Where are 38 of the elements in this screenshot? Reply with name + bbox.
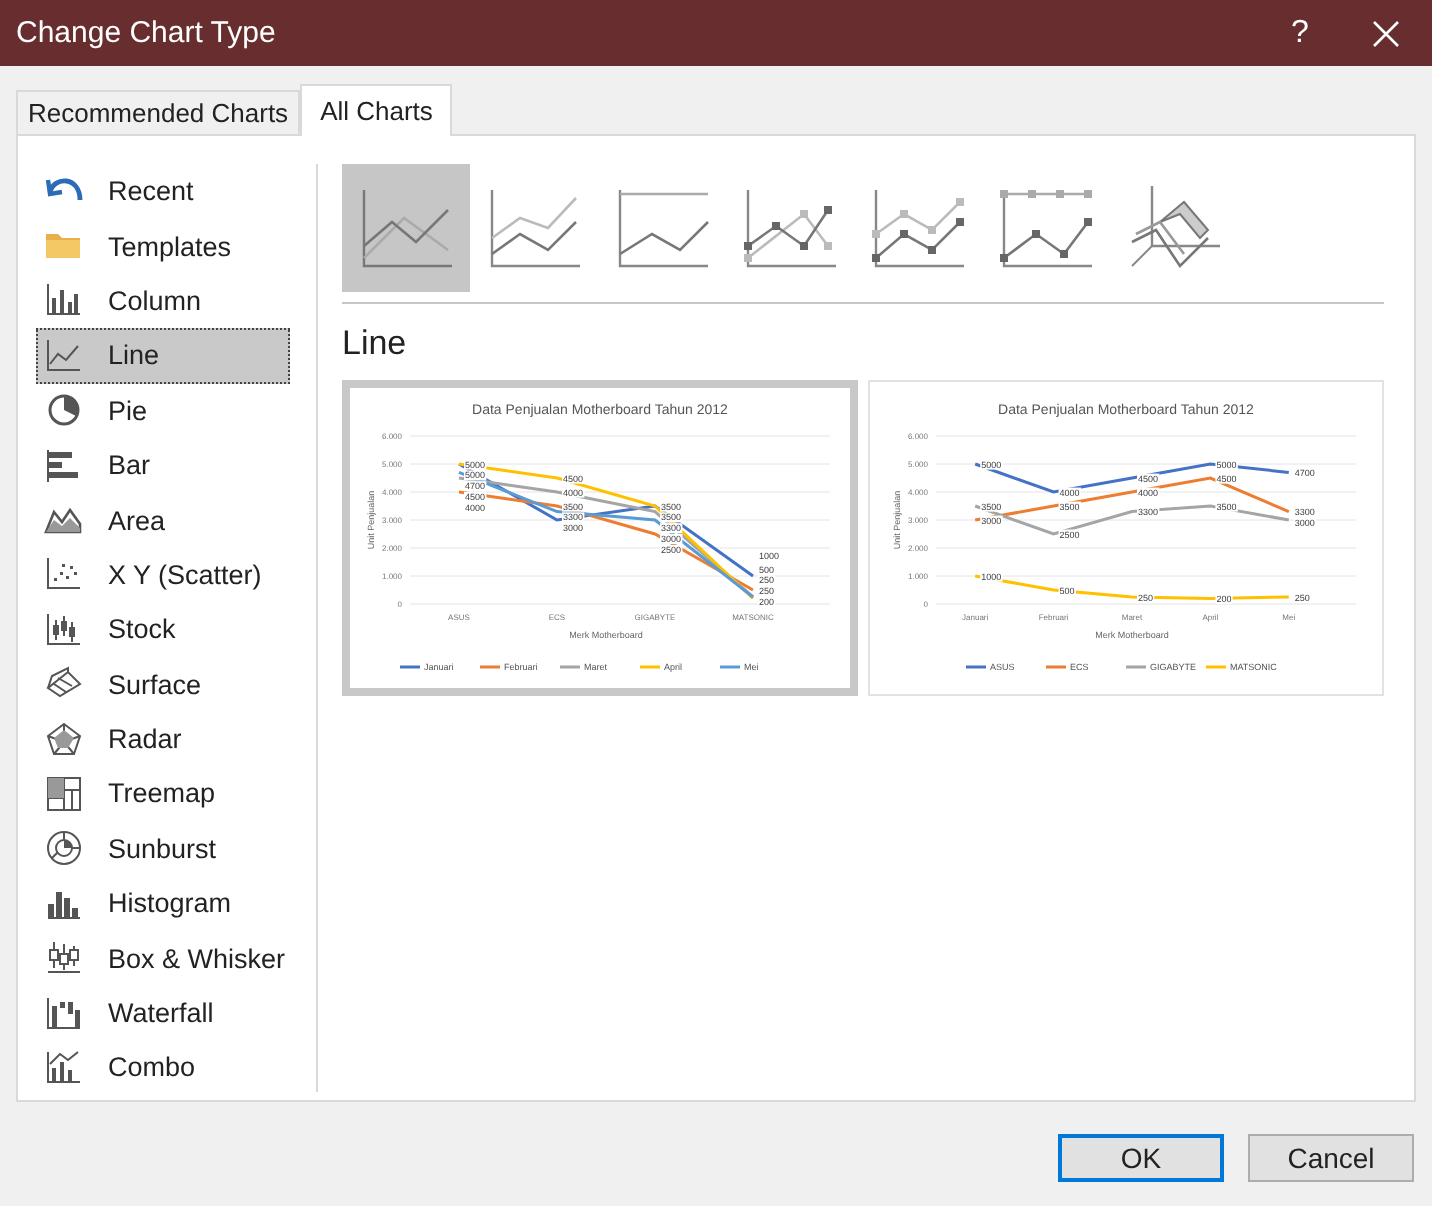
radar-chart-icon bbox=[44, 719, 84, 760]
pie-chart-icon bbox=[44, 390, 84, 431]
chart-type-item[interactable]: Area bbox=[36, 492, 290, 548]
chart-type-item[interactable]: Sunburst bbox=[36, 821, 290, 877]
chart-type-item[interactable]: Stock bbox=[36, 602, 290, 658]
chart-type-item[interactable]: Box & Whisker bbox=[36, 930, 290, 986]
tab[interactable]: All Charts bbox=[300, 84, 453, 136]
scatter-chart-icon bbox=[44, 554, 84, 595]
chart-type-item[interactable]: Treemap bbox=[36, 766, 290, 822]
stacked-line-chart-icon[interactable] bbox=[342, 164, 470, 292]
chart-type-item[interactable]: X Y (Scatter) bbox=[36, 547, 290, 603]
chart-type-item[interactable]: Line bbox=[36, 328, 290, 384]
line-chart-icon bbox=[44, 335, 84, 376]
waterfall-icon bbox=[44, 993, 84, 1034]
section-heading: Line bbox=[342, 324, 409, 364]
chart-type-item[interactable]: Recent bbox=[36, 164, 290, 219]
chart-type-item[interactable]: Bar bbox=[36, 437, 290, 493]
help-button[interactable]: ? bbox=[1260, 0, 1340, 66]
column-chart-icon bbox=[44, 280, 84, 321]
close-icon[interactable] bbox=[1372, 19, 1400, 47]
bar-chart-icon bbox=[44, 445, 84, 486]
chart-type-item[interactable]: Radar bbox=[36, 711, 290, 767]
chart-type-item[interactable]: Column bbox=[36, 273, 290, 329]
chart-type-item[interactable]: Pie bbox=[36, 383, 290, 438]
tab[interactable]: Recommended Charts bbox=[16, 90, 301, 134]
chart-type-item[interactable]: Templates bbox=[36, 218, 290, 274]
chart-type-item[interactable]: Waterfall bbox=[36, 985, 290, 1041]
box-whisker-icon bbox=[44, 938, 84, 979]
sunburst-icon bbox=[44, 828, 84, 869]
dialog-button[interactable]: OK bbox=[1058, 1134, 1224, 1182]
dialog-button[interactable]: Cancel bbox=[1248, 1134, 1414, 1182]
stock-chart-icon bbox=[44, 609, 84, 650]
chart-type-item[interactable]: Surface bbox=[36, 657, 290, 712]
treemap-icon bbox=[44, 773, 84, 814]
chart-type-item[interactable]: Histogram bbox=[36, 876, 290, 931]
window-title: Change Chart Type bbox=[16, 16, 278, 50]
chart-type-item[interactable]: Combo bbox=[36, 1040, 290, 1096]
combo-chart-icon bbox=[44, 1047, 84, 1088]
